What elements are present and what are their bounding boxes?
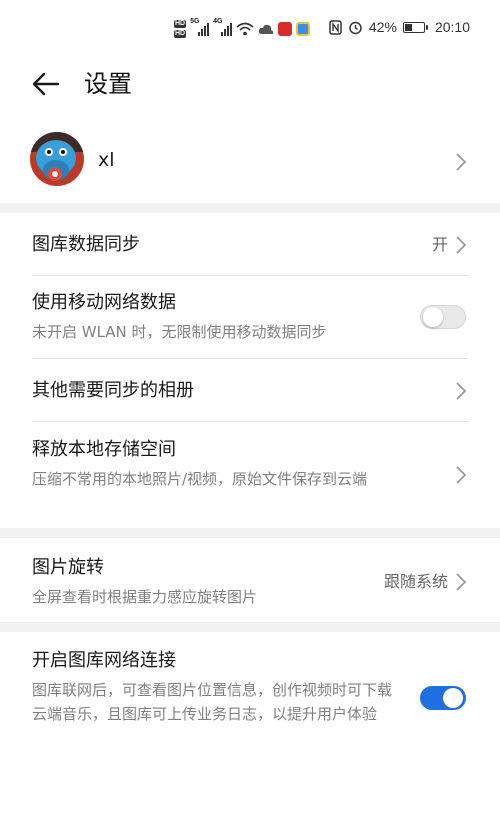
section-separator (0, 203, 500, 213)
setting-other-albums[interactable]: 其他需要同步的相册 (0, 359, 500, 421)
gallery-network-toggle[interactable] (420, 686, 466, 710)
setting-gallery-sync[interactable]: 图库数据同步 开 (0, 213, 500, 275)
clock: 20:10 (434, 19, 470, 35)
setting-description: 全屏查看时根据重力感应旋转图片 (32, 588, 258, 606)
setting-value: 跟随系统 (383, 572, 448, 591)
chevron-right-icon (456, 236, 467, 254)
chevron-right-icon (456, 573, 467, 591)
chevron-right-icon (456, 153, 467, 171)
avatar (30, 132, 84, 186)
status-left-icons: HD HD 5G 4G (174, 16, 311, 42)
app-header: 设置 (0, 58, 500, 114)
battery-percentage: 42% (368, 19, 397, 35)
setting-image-rotation[interactable]: 图片旋转 全屏查看时根据重力感应旋转图片 跟随系统 (0, 538, 500, 622)
back-arrow-icon[interactable] (30, 68, 62, 100)
setting-description: 图库联网后，可查看图片位置信息，创作视频时可下载云端音乐，且图库可上传业务日志，… (32, 681, 393, 723)
setting-description: 未开启 WLAN 时，无限制使用移动数据同步 (32, 323, 327, 341)
app-notification-icon (278, 22, 293, 36)
setting-free-storage[interactable]: 释放本地存储空间 压缩不常用的本地照片/视频，原始文件保存到云端 (0, 422, 500, 528)
account-row[interactable]: xl (0, 124, 500, 202)
page-title: 设置 (84, 70, 132, 98)
alarm-icon (349, 21, 362, 34)
mobile-data-toggle[interactable] (420, 305, 466, 329)
status-right-icons: 42% 20:10 (329, 19, 470, 35)
wifi-icon (236, 22, 254, 36)
setting-title: 释放本地存储空间 (32, 439, 176, 460)
setting-mobile-data: 使用移动网络数据 未开启 WLAN 时，无限制使用移动数据同步 (0, 276, 500, 358)
cloud-icon (258, 24, 274, 34)
setting-title: 其他需要同步的相册 (32, 380, 194, 401)
signal-5g-icon: 5G (190, 18, 210, 36)
section-separator (0, 528, 500, 538)
status-bar: HD HD 5G 4G 42% 20:10 (0, 0, 500, 58)
account-name: xl (98, 149, 115, 171)
setting-title: 图库数据同步 (32, 234, 140, 255)
setting-title: 图片旋转 (32, 557, 104, 578)
setting-value: 开 (431, 235, 448, 254)
nfc-icon (329, 19, 342, 35)
battery-icon (402, 21, 428, 33)
app-notification-icon (296, 22, 311, 36)
setting-description: 压缩不常用的本地照片/视频，原始文件保存到云端 (32, 470, 368, 488)
chevron-right-icon (456, 466, 467, 484)
section-separator (0, 622, 500, 632)
setting-gallery-network: 开启图库网络连接 图库联网后，可查看图片位置信息，创作视频时可下载云端音乐，且图… (0, 632, 500, 762)
setting-title: 使用移动网络数据 (32, 292, 176, 313)
setting-title: 开启图库网络连接 (32, 650, 176, 671)
hd-icon: HD HD (174, 20, 187, 38)
signal-4g-icon: 4G (213, 18, 233, 36)
chevron-right-icon (456, 382, 467, 400)
